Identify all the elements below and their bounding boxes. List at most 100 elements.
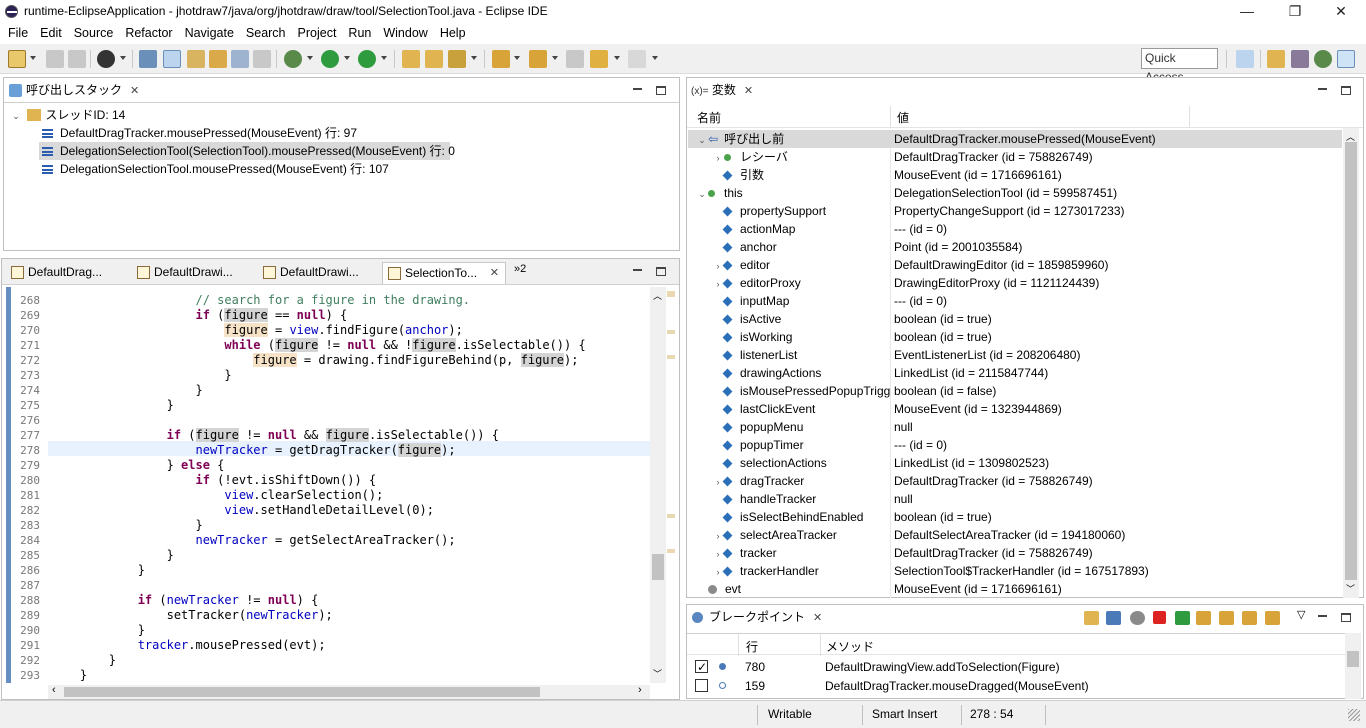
step-into-icon[interactable]: [1196, 611, 1211, 625]
step-return-icon[interactable]: [1242, 611, 1257, 625]
menu-source[interactable]: Source: [70, 24, 118, 42]
variable-row[interactable]: isSelectBehindEnabled boolean (id = true): [688, 508, 1342, 526]
editor-tab[interactable]: DefaultDrawi...: [132, 262, 233, 284]
stack-frame[interactable]: DelegationSelectionTool.mousePressed(Mou…: [42, 160, 389, 178]
maximize-icon[interactable]: [1341, 86, 1351, 95]
scroll-thumb[interactable]: [64, 687, 540, 697]
variable-row[interactable]: selectionActions LinkedList (id = 1309802…: [688, 454, 1342, 472]
editor-tab[interactable]: DefaultDrag...: [6, 262, 102, 284]
stack-frame[interactable]: DefaultDragTracker.mousePressed(MouseEve…: [42, 124, 357, 142]
breakpoint-row[interactable]: 159 DefaultDragTracker.mouseDragged(Mous…: [695, 677, 1335, 695]
last-edit-icon[interactable]: [566, 50, 584, 68]
run-icon[interactable]: [321, 50, 339, 68]
show-supported-icon[interactable]: [1084, 611, 1099, 625]
profile-icon[interactable]: [97, 50, 115, 68]
close-icon[interactable]: ✕: [490, 263, 499, 283]
close-icon[interactable]: ✕: [813, 612, 822, 624]
scroll-right-icon[interactable]: ›: [638, 684, 642, 696]
scroll-thumb[interactable]: [652, 554, 664, 580]
resource-perspective-icon[interactable]: [1337, 50, 1355, 68]
scroll-thumb[interactable]: [1345, 142, 1357, 580]
variable-row[interactable]: › dragTracker DefaultDragTracker (id = 758…: [688, 472, 1342, 490]
variable-row[interactable]: anchor Point (id = 2001035584): [688, 238, 1342, 256]
step-over-icon[interactable]: [1219, 611, 1234, 625]
debug-icon[interactable]: [284, 50, 302, 68]
variable-row[interactable]: listenerList EventListenerList (id = 2082…: [688, 346, 1342, 364]
menu-run[interactable]: Run: [344, 24, 375, 42]
variable-row[interactable]: isWorking boolean (id = true): [688, 328, 1342, 346]
column-value-header[interactable]: 値: [897, 109, 909, 126]
open-type-icon[interactable]: [209, 50, 227, 68]
new-icon[interactable]: [8, 50, 26, 68]
menu-file[interactable]: File: [4, 24, 32, 42]
mark-occurrences-icon[interactable]: [163, 50, 181, 68]
variable-row[interactable]: handleTracker null: [688, 490, 1342, 508]
minimize-icon[interactable]: [632, 84, 644, 96]
maximize-icon[interactable]: [1341, 613, 1351, 622]
back-icon[interactable]: [590, 50, 608, 68]
open-folder-icon[interactable]: [425, 50, 443, 68]
variable-row[interactable]: isActive boolean (id = true): [688, 310, 1342, 328]
next-annotation-dropdown-icon[interactable]: [514, 56, 520, 60]
editor-tab-active[interactable]: SelectionTo... ✕: [382, 262, 506, 284]
tab-overflow[interactable]: »2: [514, 263, 526, 275]
wand-dropdown-icon[interactable]: [471, 56, 477, 60]
variable-row[interactable]: lastClickEvent MouseEvent (id = 132394486…: [688, 400, 1342, 418]
menu-refactor[interactable]: Refactor: [121, 24, 176, 42]
debug-dropdown-icon[interactable]: [307, 56, 313, 60]
external-dropdown-icon[interactable]: [381, 56, 387, 60]
maximize-icon[interactable]: [656, 267, 666, 276]
menu-navigate[interactable]: Navigate: [181, 24, 238, 42]
close-icon[interactable]: ✕: [130, 85, 139, 97]
skip-all-icon[interactable]: [1130, 611, 1145, 625]
chevron-down-icon[interactable]: ⌄: [696, 131, 708, 149]
variable-row[interactable]: actionMap --- (id = 0): [688, 220, 1342, 238]
breakpoint-row[interactable]: ✓ 780 DefaultDrawingView.addToSelection(…: [695, 658, 1335, 676]
scroll-thumb[interactable]: [1347, 651, 1359, 667]
variable-row[interactable]: evt MouseEvent (id = 1716696161): [688, 580, 1342, 598]
back-dropdown-icon[interactable]: [614, 56, 620, 60]
previous-annotation-icon[interactable]: [529, 50, 547, 68]
variable-row[interactable]: › レシーバ DefaultDragTracker (id = 758826749): [688, 148, 1342, 166]
chevron-right-icon[interactable]: ›: [712, 149, 724, 167]
next-annotation-icon[interactable]: [492, 50, 510, 68]
variable-row[interactable]: › trackerHandler SelectionTool$TrackerHand…: [688, 562, 1342, 580]
close-icon[interactable]: ✕: [744, 85, 753, 97]
save-all-icon[interactable]: [68, 50, 86, 68]
save-icon[interactable]: [46, 50, 64, 68]
forward-dropdown-icon[interactable]: [652, 56, 658, 60]
menu-edit[interactable]: Edit: [36, 24, 66, 42]
minimize-icon[interactable]: [632, 265, 644, 277]
editor-tab[interactable]: DefaultDrawi...: [258, 262, 359, 284]
minimize-icon[interactable]: [1317, 611, 1329, 623]
breakpoint-checkbox[interactable]: ✓: [695, 660, 708, 674]
link-icon[interactable]: [1106, 611, 1121, 625]
run-dropdown-icon[interactable]: [344, 56, 350, 60]
close-button[interactable]: ✕: [1318, 0, 1364, 24]
forward-icon[interactable]: [628, 50, 646, 68]
scroll-down-icon[interactable]: ﹀: [653, 667, 662, 680]
new-java-project-icon[interactable]: [402, 50, 420, 68]
code-area[interactable]: 268 // search for a figure in the drawin…: [2, 287, 666, 683]
scroll-up-icon[interactable]: ︿: [653, 289, 662, 302]
minimize-button[interactable]: —: [1224, 0, 1270, 24]
view-menu-icon[interactable]: ▽: [1297, 608, 1305, 621]
open-perspective-icon[interactable]: [1236, 50, 1254, 68]
variables-scrollbar[interactable]: ︿ ﹀: [1343, 128, 1359, 598]
menu-help[interactable]: Help: [436, 24, 470, 42]
run-external-icon[interactable]: [358, 50, 376, 68]
breakpoints-scrollbar[interactable]: [1345, 633, 1361, 699]
variable-row[interactable]: propertySupport PropertyChangeSupport (id…: [688, 202, 1342, 220]
new-dropdown-icon[interactable]: [30, 56, 36, 60]
restore-button[interactable]: ❐: [1272, 0, 1318, 24]
debug-perspective-icon[interactable]: [1314, 50, 1332, 68]
column-line-header[interactable]: 行: [746, 638, 758, 655]
quick-access-field[interactable]: Quick Access: [1141, 48, 1218, 84]
skip-breakpoints-icon[interactable]: [139, 50, 157, 68]
variable-row[interactable]: ⌄ this DelegationSelectionTool (id = 59958…: [688, 184, 1342, 202]
stack-frame-selected[interactable]: DelegationSelectionTool(SelectionTool).m…: [39, 142, 455, 160]
highlight-icon[interactable]: [187, 50, 205, 68]
chevron-down-icon[interactable]: ⌄: [10, 107, 22, 125]
menu-search[interactable]: Search: [242, 24, 290, 42]
chevron-down-icon[interactable]: ⌄: [696, 185, 708, 203]
